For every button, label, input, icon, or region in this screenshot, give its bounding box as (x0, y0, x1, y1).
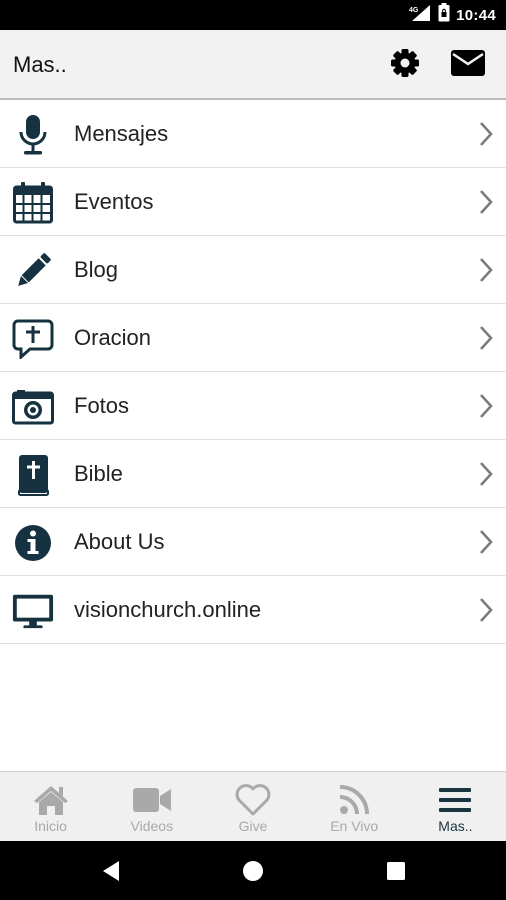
battery-icon (438, 3, 450, 27)
menu-item-label: Oracion (74, 325, 152, 350)
info-icon (12, 522, 54, 564)
heart-icon (234, 784, 272, 816)
chevron-right-icon (480, 326, 493, 350)
menu-item-about-us[interactable]: About Us (0, 508, 506, 576)
menu-item-label: Mensajes (74, 121, 169, 146)
chevron-right-icon (480, 122, 493, 146)
status-bar: 4G 10:44 (0, 0, 506, 30)
calendar-icon (12, 182, 54, 224)
chevron-right-icon (480, 190, 493, 214)
tab-label: Give (238, 818, 268, 834)
menu-item-label: About Us (74, 529, 165, 554)
menu-item-mensajes[interactable]: Mensajes (0, 100, 506, 168)
rss-icon (339, 784, 370, 816)
menu-item-fotos[interactable]: Fotos (0, 372, 506, 440)
bottom-tab-bar: Inicio Videos Give En Vivo Mas.. (0, 771, 506, 841)
network-type: 4G (409, 7, 419, 14)
tab-label: Inicio (34, 818, 67, 834)
recents-square-icon (387, 861, 405, 880)
tab-inicio[interactable]: Inicio (0, 772, 101, 841)
video-camera-icon (132, 784, 172, 816)
menu-item-oracion[interactable]: Oracion (0, 304, 506, 372)
chevron-right-icon (480, 258, 493, 282)
page-title: Mas.. (13, 52, 67, 77)
menu-item-label: Bible (74, 461, 123, 486)
microphone-icon (12, 114, 54, 156)
chevron-right-icon (480, 598, 493, 622)
home-nav-button[interactable] (223, 841, 283, 900)
settings-button[interactable] (383, 30, 427, 100)
camera-icon (12, 386, 54, 428)
monitor-icon (12, 590, 54, 632)
status-icons: 4G 10:44 (408, 0, 496, 30)
app-bar: Mas.. (0, 30, 506, 100)
gear-icon (390, 48, 420, 83)
envelope-icon (451, 49, 485, 81)
menu-list: Mensajes Eventos Blog Oracion Fotos Bibl… (0, 100, 506, 644)
tab-label: Videos (130, 818, 174, 834)
menu-item-label: Fotos (74, 393, 130, 418)
back-button[interactable] (81, 841, 141, 900)
signal-icon: 4G (408, 4, 432, 27)
recents-button[interactable] (366, 841, 426, 900)
home-icon (33, 784, 69, 816)
tab-label: Mas.. (438, 818, 473, 834)
chevron-right-icon (480, 462, 493, 486)
home-circle-icon (243, 860, 263, 881)
menu-item-label: Eventos (74, 189, 154, 214)
menu-item-bible[interactable]: Bible (0, 440, 506, 508)
pencil-icon (12, 250, 54, 292)
clock: 10:44 (456, 6, 496, 24)
system-nav-bar (0, 841, 506, 900)
menu-item-blog[interactable]: Blog (0, 236, 506, 304)
menu-icon (438, 784, 472, 816)
menu-item-website[interactable]: visionchurch.online (0, 576, 506, 644)
tab-videos[interactable]: Videos (101, 772, 202, 841)
menu-item-label: Blog (74, 257, 119, 282)
chevron-right-icon (480, 530, 493, 554)
bible-icon (12, 454, 54, 496)
mail-button[interactable] (446, 30, 490, 100)
chevron-right-icon (480, 394, 493, 418)
menu-item-eventos[interactable]: Eventos (0, 168, 506, 236)
tab-give[interactable]: Give (202, 772, 303, 841)
prayer-bubble-icon (12, 318, 54, 360)
back-triangle-icon (103, 860, 119, 881)
tab-label: En Vivo (330, 818, 379, 834)
tab-mas[interactable]: Mas.. (405, 772, 506, 841)
tab-en-vivo[interactable]: En Vivo (304, 772, 405, 841)
menu-item-label: visionchurch.online (74, 597, 262, 622)
